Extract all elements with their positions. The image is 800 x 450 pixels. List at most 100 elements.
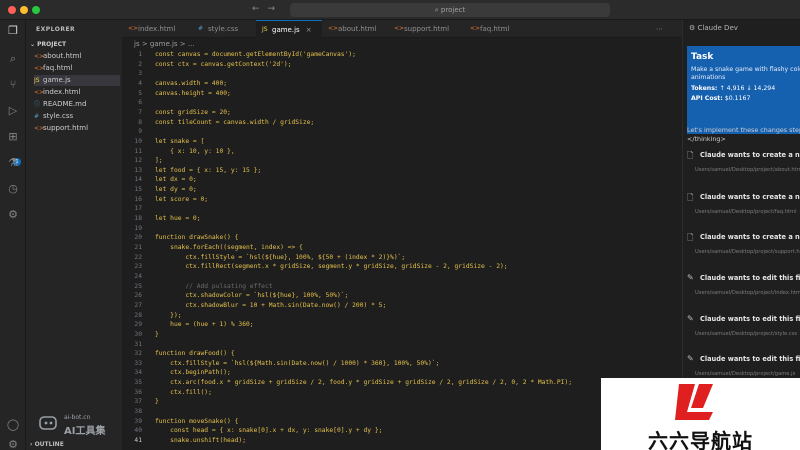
panel-title: Claude Dev [697, 24, 738, 32]
file-item-about[interactable]: <>about.html [34, 51, 120, 62]
nav-arrows[interactable]: ←→ [252, 4, 283, 14]
line-number: 16 [134, 195, 142, 203]
tab-label: style.css [208, 25, 239, 33]
project-folder[interactable]: ⌄ PROJECT [30, 41, 66, 48]
account-icon[interactable]: ◯ [6, 418, 20, 432]
html-icon: <> [394, 25, 405, 32]
line-number: 40 [134, 427, 142, 435]
outline-section[interactable]: › OUTLINE [30, 441, 64, 448]
line-number: 15 [134, 186, 142, 194]
line-number: 33 [134, 359, 142, 367]
pencil-icon: ✎ [687, 354, 694, 363]
file-plus-icon: 🗋 [687, 193, 694, 202]
tab-game-js[interactable]: JS game.js × [256, 20, 322, 38]
line-number: 12 [134, 157, 142, 165]
file-item-index[interactable]: <>index.html [34, 87, 120, 98]
file-item-faq[interactable]: <>faq.html [34, 63, 120, 74]
html-icon: <> [34, 53, 45, 60]
extensions-icon[interactable]: ⊞ [6, 130, 20, 144]
line-number: 41 [134, 437, 142, 444]
tab-about-html[interactable]: <> about.html [322, 20, 388, 38]
tab-index-html[interactable]: <> index.html [122, 20, 188, 38]
watermark-url: ai-bot.cn [64, 414, 91, 421]
file-label: faq.html [43, 64, 73, 72]
line-number: 9 [138, 128, 142, 136]
claude-action-item[interactable]: 🗋 Claude wants to create a new file: Users… [687, 150, 800, 180]
title-bar: ←→ ⌕ project [0, 0, 800, 20]
line-number: 2 [138, 60, 142, 68]
tab-style-css[interactable]: # style.css [192, 20, 254, 38]
breadcrumb[interactable]: js > game.js > ... [134, 40, 195, 48]
js-icon: JS [34, 77, 40, 84]
more-actions-icon[interactable]: ⋯ [652, 20, 676, 38]
file-label: README.md [43, 100, 87, 108]
run-debug-icon[interactable]: ▷ [6, 104, 20, 118]
file-item-readme[interactable]: ⓘ README.md [34, 99, 120, 110]
claude-action-item[interactable]: ✎ Claude wants to edit this file: Users/sa… [687, 314, 800, 344]
minimize-window-button[interactable] [20, 6, 28, 14]
explorer-icon[interactable]: ❐ [6, 24, 20, 38]
line-number: 39 [134, 417, 142, 425]
task-title: Task [691, 52, 714, 62]
claude-action-item[interactable]: ✎ Claude wants to edit this file: Users/sa… [687, 273, 800, 303]
close-window-button[interactable] [8, 6, 16, 14]
tab-faq-html[interactable]: <> faq.html [464, 20, 526, 38]
task-description-line: animations [691, 74, 726, 81]
claude-action-item[interactable]: 🗋 Claude wants to create a new file: Users… [687, 192, 800, 222]
line-number: 28 [134, 311, 142, 319]
assistant-text: Let's implement these changes step by st… [687, 126, 800, 134]
forward-arrow-icon[interactable]: → [268, 4, 284, 14]
line-number: 8 [138, 118, 142, 126]
claude-dev-icon[interactable]: ⚙ [6, 208, 20, 222]
line-number: 31 [134, 340, 142, 348]
code-text: let hue = 0; [155, 215, 201, 223]
editor-tab-bar: <> index.html # style.css JS game.js × <> abo… [122, 20, 682, 38]
source-control-icon[interactable]: ⑂ [6, 78, 20, 92]
code-text: { x: 10, y: 10 }, [155, 147, 235, 155]
liuliu-logo [675, 384, 713, 420]
close-tab-icon[interactable]: × [306, 26, 312, 34]
html-icon: <> [34, 89, 45, 96]
maximize-window-button[interactable] [32, 6, 40, 14]
file-label: style.css [43, 112, 74, 120]
search-text: project [440, 6, 466, 14]
file-item-game[interactable]: JS game.js [34, 75, 120, 86]
line-number: 18 [134, 215, 142, 223]
action-title: Claude wants to create a new file: [700, 151, 800, 159]
command-center-search[interactable]: ⌕ project [290, 3, 610, 17]
timeline-icon[interactable]: ◷ [6, 182, 20, 196]
tab-support-html[interactable]: <> support.html [388, 20, 460, 38]
flask-icon[interactable]: ⚗ [6, 156, 20, 170]
aibot-logo [39, 416, 57, 430]
line-number: 27 [134, 301, 142, 309]
file-item-style[interactable]: # style.css [34, 111, 120, 122]
line-number: 7 [138, 108, 142, 116]
search-icon[interactable]: ⌕ [6, 52, 20, 66]
tab-label: game.js [272, 26, 300, 34]
api-cost-value: $0.1167 [724, 95, 751, 102]
file-plus-icon: 🗋 [687, 151, 694, 160]
code-text: ctx.fillStyle = `hsl(${hue}, 100%, ${50 … [155, 253, 406, 261]
code-text: const tileCount = canvas.width / gridSiz… [155, 118, 315, 126]
line-number: 32 [134, 350, 142, 358]
html-icon: <> [34, 65, 45, 72]
html-icon: <> [470, 25, 481, 32]
line-number: 21 [134, 244, 142, 251]
code-text: ctx.arc(food.x * gridSize + gridSize / 2… [155, 379, 573, 387]
claude-action-item[interactable]: 🗋 Claude wants to create a new file: Users… [687, 232, 800, 262]
assistant-text: </thinking> [687, 135, 726, 143]
line-number: 24 [134, 272, 142, 280]
code-text: const gridSize = 20; [155, 108, 231, 116]
code-text: const canvas = document.getElementById('… [155, 51, 356, 58]
js-icon: JS [262, 26, 268, 33]
code-editor[interactable]: 1 const canvas = document.getElementById(… [122, 48, 682, 450]
action-file-path: Users/samuel/Desktop/project/style.css [695, 331, 798, 337]
code-text: function moveSnake() { [155, 417, 239, 425]
line-number: 3 [138, 70, 142, 78]
tab-label: index.html [138, 25, 176, 33]
code-text: snake.unshift(head); [155, 437, 246, 444]
back-arrow-icon[interactable]: ← [252, 4, 268, 14]
file-item-support[interactable]: <>support.html [34, 123, 120, 134]
settings-gear-icon[interactable]: ⚙ [6, 438, 20, 450]
tokens-label: Tokens: [691, 85, 718, 92]
